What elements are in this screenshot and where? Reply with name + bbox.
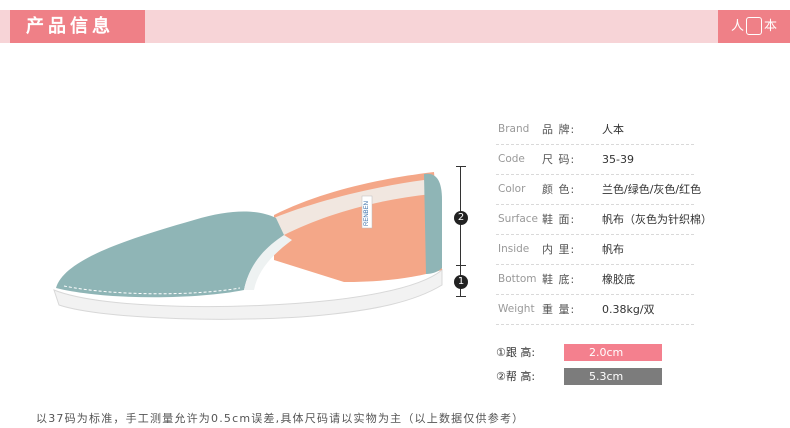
product-shoe-image: RENBEN (53, 172, 443, 320)
spec-label-cn: 颜 色: (542, 183, 576, 196)
spec-label-en: Code (498, 153, 525, 165)
spec-table: Brand 品 牌: 人本 Code 尺 码: 35-39 Color 颜 色:… (496, 115, 712, 325)
spec-value: 兰色/绿色/灰色/红色 (602, 183, 702, 196)
shoe-heel-patch (424, 173, 442, 274)
spec-row-weight: Weight 重 量: 0.38kg/双 (496, 295, 694, 325)
page-title: 产品信息 (10, 10, 145, 43)
spec-label-en: Color (498, 183, 526, 195)
logo-text-left: 人 (730, 19, 744, 34)
heel-height-label: ①跟 高: (496, 346, 536, 359)
spec-row-code: Code 尺 码: 35-39 (496, 145, 694, 175)
shoe-brand-tag-text: RENBEN (364, 201, 370, 226)
spec-row-inside: Inside 内 里: 帆布 (496, 235, 694, 265)
spec-label-en: Bottom (498, 273, 537, 285)
guide-tick-bottom (456, 296, 466, 297)
marker-1: 1 (454, 275, 468, 289)
size-footnote: 以37码为标准，手工测量允许为0.5cm误差,具体尺码请以实物为主（以上数据仅供… (36, 412, 525, 425)
logo-text-right: 本 (764, 19, 778, 34)
spec-label-cn: 内 里: (542, 243, 576, 256)
spec-row-surface: Surface 鞋 面: 帆布（灰色为针织棉） (496, 205, 712, 235)
spec-label-cn: 重 量: (542, 303, 576, 316)
spec-value: 人本 (602, 123, 624, 136)
spec-label-cn: 尺 码: (542, 153, 576, 166)
spec-label-en: Weight (498, 303, 535, 315)
logo-mark-icon (746, 16, 762, 35)
spec-row-brand: Brand 品 牌: 人本 (496, 115, 694, 145)
spec-value: 0.38kg/双 (602, 303, 655, 316)
spec-label-en: Inside (498, 243, 530, 255)
guide-tick-mid (456, 265, 466, 266)
upper-height-value: 5.3cm (564, 368, 662, 385)
upper-height-label: ②帮 高: (496, 370, 536, 383)
spec-label-cn: 鞋 底: (542, 273, 576, 286)
heel-height-value: 2.0cm (564, 344, 662, 361)
marker-2: 2 (454, 211, 468, 225)
spec-row-bottom: Bottom 鞋 底: 橡胶底 (496, 265, 694, 295)
spec-label-en: Brand (498, 123, 530, 135)
spec-value: 35-39 (602, 153, 634, 166)
spec-label-en: Surface (498, 213, 539, 225)
brand-logo[interactable]: 人本 (718, 10, 790, 43)
guide-tick-top (456, 166, 466, 167)
spec-value: 橡胶底 (602, 273, 635, 286)
spec-value: 帆布（灰色为针织棉） (602, 213, 712, 226)
spec-label-cn: 品 牌: (542, 123, 576, 136)
spec-label-cn: 鞋 面: (542, 213, 576, 226)
spec-row-color: Color 颜 色: 兰色/绿色/灰色/红色 (496, 175, 701, 205)
spec-value: 帆布 (602, 243, 624, 256)
